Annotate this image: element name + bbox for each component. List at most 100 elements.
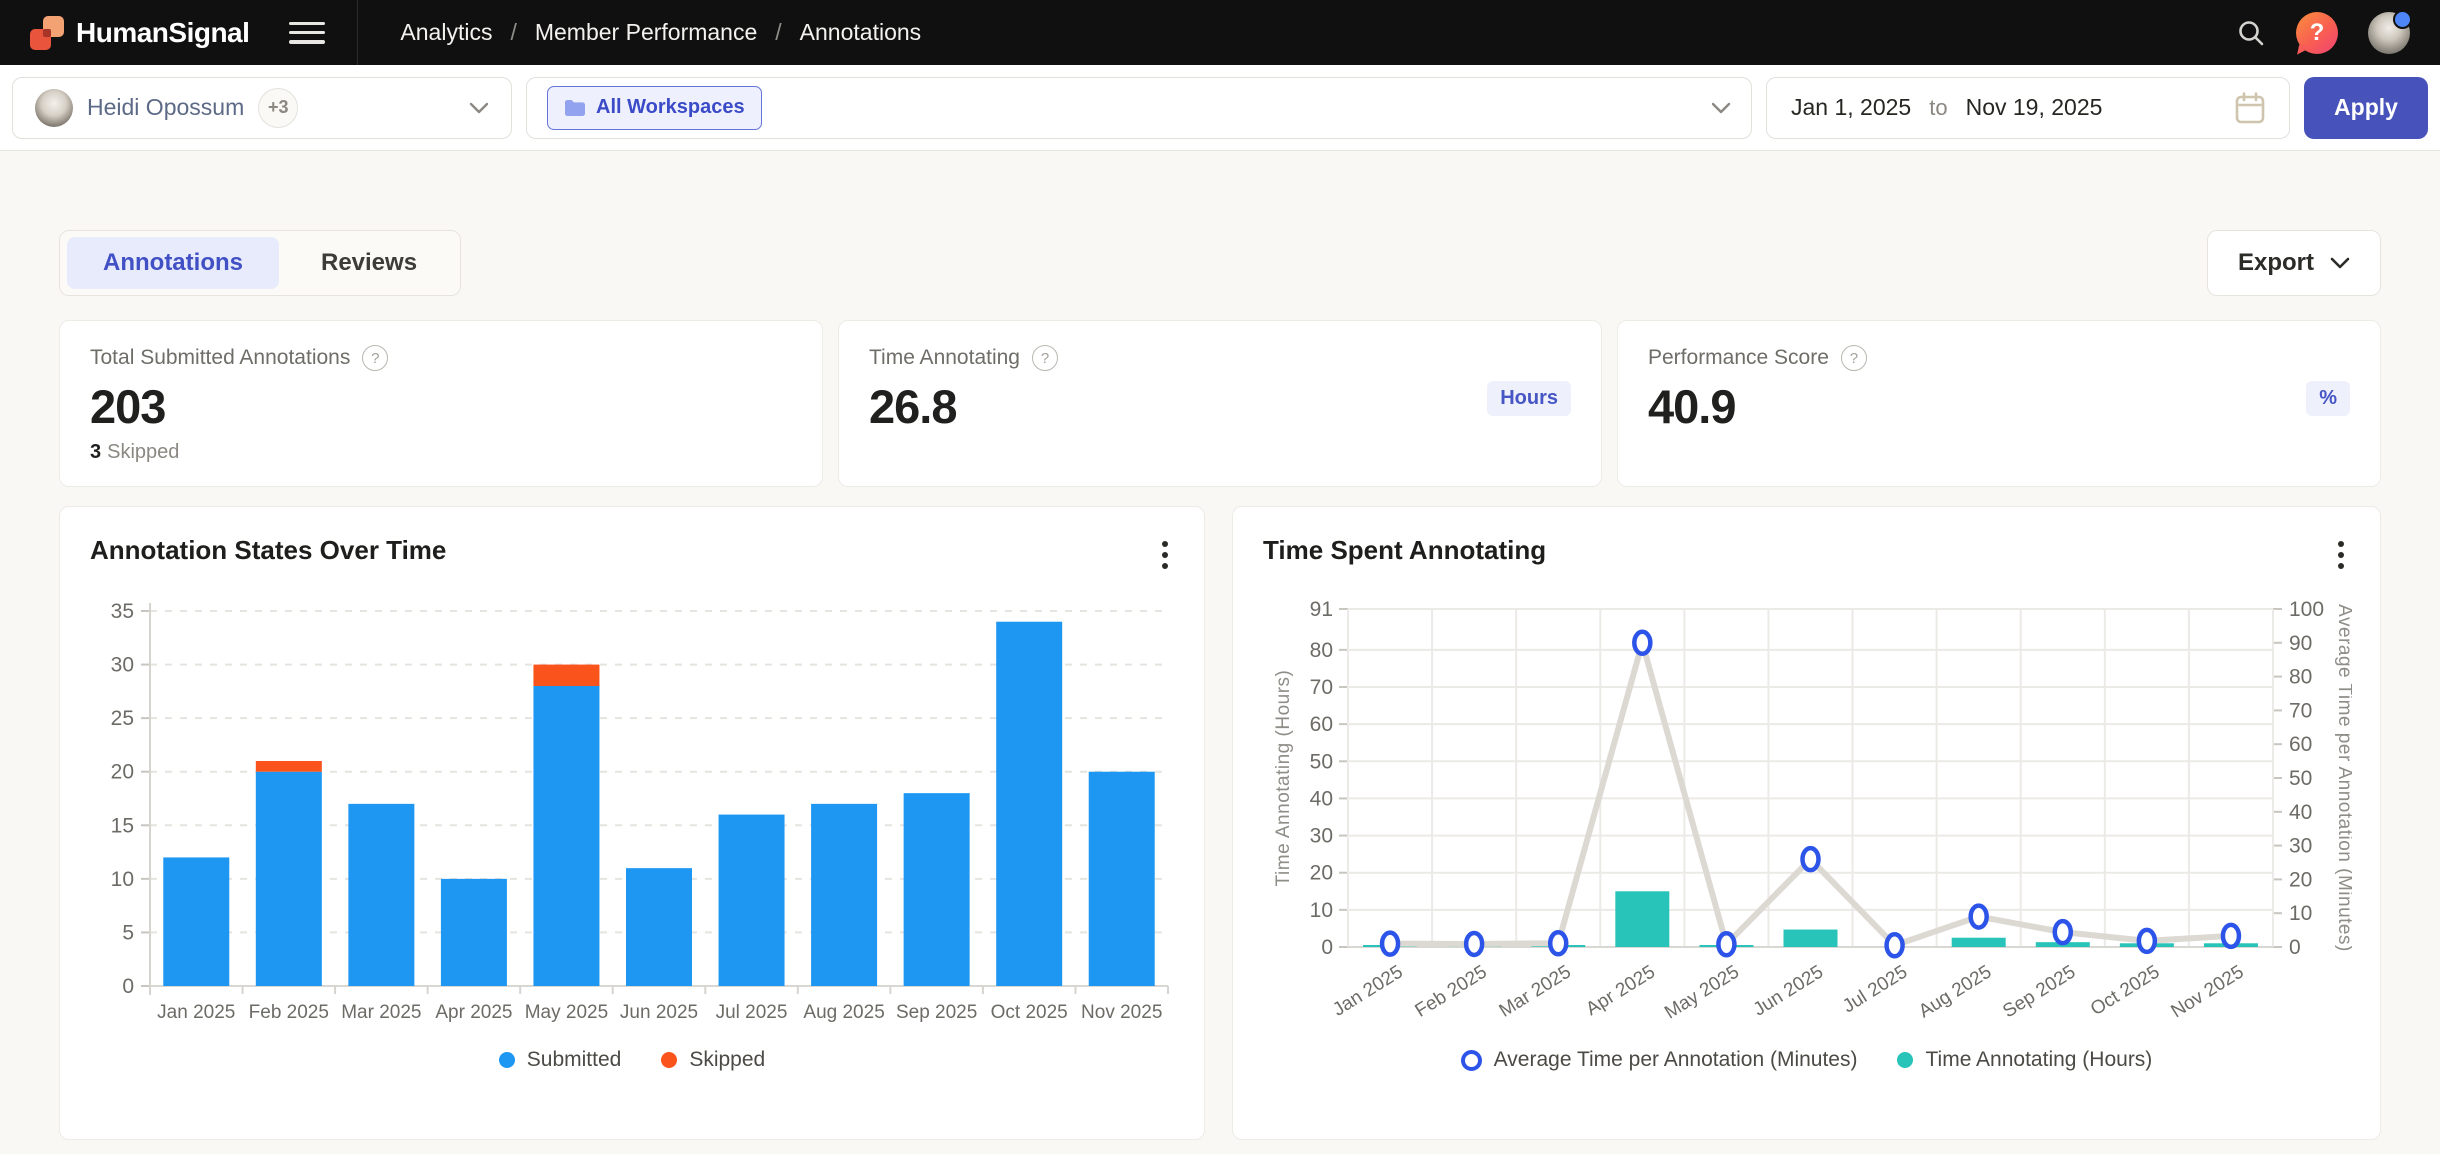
workspace-select[interactable]: All Workspaces bbox=[526, 77, 1752, 139]
brand-logo-icon bbox=[30, 16, 64, 50]
svg-text:Oct 2025: Oct 2025 bbox=[991, 1002, 1068, 1023]
unit-badge-percent: % bbox=[2306, 381, 2350, 416]
svg-text:Apr 2025: Apr 2025 bbox=[435, 1002, 512, 1023]
svg-text:20: 20 bbox=[2289, 868, 2312, 891]
stat-label: Total Submitted Annotations ? bbox=[90, 345, 792, 371]
help-icon[interactable]: ? bbox=[2296, 12, 2338, 54]
svg-text:Oct 2025: Oct 2025 bbox=[2087, 961, 2164, 1020]
svg-text:40: 40 bbox=[2289, 801, 2312, 824]
tab-group: Annotations Reviews bbox=[59, 230, 461, 296]
date-range-input[interactable]: Jan 1, 2025 to Nov 19, 2025 bbox=[1766, 77, 2290, 139]
info-icon[interactable]: ? bbox=[1841, 345, 1867, 371]
svg-text:Jul 2025: Jul 2025 bbox=[1839, 961, 1911, 1017]
legend-marker bbox=[1897, 1052, 1913, 1068]
svg-text:0: 0 bbox=[122, 975, 134, 998]
stat-label: Time Annotating ? bbox=[869, 345, 1571, 371]
stat-value: 40.9 bbox=[1648, 379, 2350, 434]
top-navbar: HumanSignal Analytics / Member Performan… bbox=[0, 0, 2440, 65]
search-icon[interactable] bbox=[2236, 18, 2266, 48]
svg-text:80: 80 bbox=[1310, 639, 1333, 662]
svg-text:Average Time per Annotation (M: Average Time per Annotation (Minutes) bbox=[2334, 604, 2352, 952]
svg-text:Mar 2025: Mar 2025 bbox=[341, 1002, 421, 1023]
user-avatar[interactable] bbox=[2368, 12, 2410, 54]
svg-text:91: 91 bbox=[1310, 598, 1333, 621]
svg-text:Jan 2025: Jan 2025 bbox=[157, 1002, 235, 1023]
breadcrumb-separator: / bbox=[510, 19, 516, 46]
svg-text:15: 15 bbox=[111, 814, 134, 837]
svg-text:Apr 2025: Apr 2025 bbox=[1582, 961, 1659, 1020]
legend-label: Time Annotating (Hours) bbox=[1925, 1048, 2152, 1072]
svg-text:Nov 2025: Nov 2025 bbox=[2167, 961, 2247, 1022]
svg-text:Sep 2025: Sep 2025 bbox=[1999, 961, 2079, 1022]
svg-text:0: 0 bbox=[1321, 936, 1333, 959]
stat-value: 203 bbox=[90, 379, 792, 434]
svg-text:90: 90 bbox=[2289, 632, 2312, 655]
chart-header: Time Spent Annotating bbox=[1263, 535, 2350, 591]
calendar-icon[interactable] bbox=[2235, 92, 2265, 124]
notification-dot bbox=[2393, 10, 2412, 29]
svg-text:10: 10 bbox=[1310, 899, 1333, 922]
breadcrumb-analytics[interactable]: Analytics bbox=[400, 19, 492, 46]
chevron-down-icon bbox=[2330, 257, 2350, 269]
legend-item[interactable]: Average Time per Annotation (Minutes) bbox=[1461, 1048, 1858, 1072]
chart-title: Time Spent Annotating bbox=[1263, 535, 1546, 566]
info-icon[interactable]: ? bbox=[362, 345, 388, 371]
legend-item[interactable]: Time Annotating (Hours) bbox=[1897, 1048, 2152, 1072]
svg-text:50: 50 bbox=[2289, 767, 2312, 790]
svg-text:Aug 2025: Aug 2025 bbox=[1915, 961, 1995, 1022]
workspace-chip-label: All Workspaces bbox=[596, 96, 745, 119]
date-from: Jan 1, 2025 bbox=[1791, 94, 1911, 121]
more-options-icon[interactable] bbox=[2332, 535, 2350, 575]
unit-badge-hours: Hours bbox=[1487, 381, 1571, 416]
more-options-icon[interactable] bbox=[1156, 535, 1174, 575]
workspace-chip[interactable]: All Workspaces bbox=[547, 86, 762, 130]
legend-label: Skipped bbox=[689, 1048, 765, 1072]
chart-header: Annotation States Over Time bbox=[90, 535, 1174, 591]
stat-card-time-annotating: Time Annotating ? 26.8 Hours bbox=[838, 320, 1602, 487]
brand-logo[interactable]: HumanSignal bbox=[30, 16, 249, 50]
legend-item[interactable]: Submitted bbox=[499, 1048, 622, 1072]
member-select[interactable]: Heidi Opossum +3 bbox=[12, 77, 512, 139]
breadcrumb-member-performance[interactable]: Member Performance bbox=[535, 19, 757, 46]
charts-row: Annotation States Over Time 051015202530… bbox=[59, 506, 2381, 1140]
menu-icon[interactable] bbox=[289, 20, 325, 46]
tab-reviews[interactable]: Reviews bbox=[285, 237, 453, 289]
apply-button[interactable]: Apply bbox=[2304, 77, 2428, 139]
svg-text:Feb 2025: Feb 2025 bbox=[249, 1002, 329, 1023]
stats-row: Total Submitted Annotations ? 203 3Skipp… bbox=[59, 320, 2381, 487]
svg-text:Nov 2025: Nov 2025 bbox=[1081, 1002, 1162, 1023]
svg-text:30: 30 bbox=[1310, 825, 1333, 848]
chart-legend: Submitted Skipped bbox=[90, 1048, 1174, 1072]
svg-text:60: 60 bbox=[2289, 733, 2312, 756]
info-icon[interactable]: ? bbox=[1032, 345, 1058, 371]
legend-label: Average Time per Annotation (Minutes) bbox=[1494, 1048, 1858, 1072]
svg-text:Time Annotating (Hours): Time Annotating (Hours) bbox=[1273, 670, 1294, 887]
breadcrumb-annotations[interactable]: Annotations bbox=[800, 19, 921, 46]
svg-text:Feb 2025: Feb 2025 bbox=[1412, 961, 1491, 1021]
svg-text:10: 10 bbox=[2289, 902, 2312, 925]
chart-time-spent: Time Spent Annotating 010203040506070809… bbox=[1232, 506, 2381, 1140]
svg-text:Jan 2025: Jan 2025 bbox=[1329, 961, 1406, 1020]
legend-label: Submitted bbox=[527, 1048, 622, 1072]
svg-text:30: 30 bbox=[111, 654, 134, 677]
svg-text:Mar 2025: Mar 2025 bbox=[1496, 961, 1575, 1021]
svg-text:50: 50 bbox=[1310, 750, 1333, 773]
svg-text:0: 0 bbox=[2289, 936, 2301, 959]
main-content: Annotations Reviews Export Total Submitt… bbox=[0, 151, 2440, 1140]
svg-text:20: 20 bbox=[1310, 862, 1333, 885]
export-button[interactable]: Export bbox=[2207, 230, 2381, 296]
member-name: Heidi Opossum bbox=[87, 94, 244, 121]
legend-marker bbox=[1461, 1050, 1482, 1071]
svg-text:Jun 2025: Jun 2025 bbox=[620, 1002, 698, 1023]
legend-marker bbox=[661, 1052, 677, 1068]
member-avatar bbox=[35, 89, 73, 127]
stat-value: 26.8 bbox=[869, 379, 1571, 434]
tab-annotations[interactable]: Annotations bbox=[67, 237, 279, 289]
chevron-down-icon bbox=[1711, 102, 1731, 114]
breadcrumb: Analytics / Member Performance / Annotat… bbox=[400, 19, 921, 46]
legend-item[interactable]: Skipped bbox=[661, 1048, 765, 1072]
topbar-actions: ? bbox=[2236, 12, 2410, 54]
combo-chart: 0102030405060708091010203040506070809010… bbox=[1263, 591, 2352, 1036]
date-to: Nov 19, 2025 bbox=[1966, 94, 2103, 121]
app-root: HumanSignal Analytics / Member Performan… bbox=[0, 0, 2440, 1154]
